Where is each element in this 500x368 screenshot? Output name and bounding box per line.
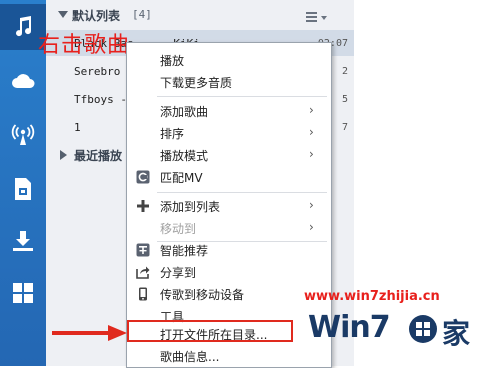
menu-item-label: 分享到 [160,266,197,280]
mobile-device-icon [136,287,150,301]
windows-logo-icon [409,315,437,343]
cloud-icon [12,74,35,88]
submenu-arrow-icon: › [309,125,314,139]
menu-item-move-to[interactable]: 移动到 › [127,217,331,239]
grid-apps-icon [13,283,33,303]
collapse-triangle-icon[interactable] [58,11,68,18]
sidebar-item-apps[interactable] [0,270,46,316]
playlist-count: [4] [132,8,152,21]
document-icon [15,178,31,200]
song-duration: 2 [341,66,348,77]
menu-item-song-info[interactable]: 歌曲信息... [127,345,331,367]
submenu-arrow-icon: › [309,198,314,212]
sidebar-item-cloud[interactable] [0,58,46,104]
highlight-box [127,320,293,342]
menu-item-label: 匹配MV [160,171,203,185]
menu-item-label: 智能推荐 [160,244,209,258]
menu-item-label: 传歌到移动设备 [160,288,245,302]
menu-item-download-quality[interactable]: 下载更多音质 [127,71,331,93]
menu-item-label: 播放模式 [160,149,209,163]
menu-item-share[interactable]: 分享到 [127,261,331,283]
radio-signal-icon [11,124,35,145]
mv-match-icon [136,170,150,184]
menu-item-sort[interactable]: 排序 › [127,122,331,144]
sidebar-item-radio[interactable] [0,112,46,158]
watermark-brand-suffix: 家 [442,317,471,350]
menu-item-label: 歌曲信息... [160,350,220,364]
submenu-arrow-icon: › [309,147,314,161]
list-menu-icon[interactable] [306,12,317,24]
watermark-brand: Win7 [308,310,391,345]
menu-item-label: 添加歌曲 [160,105,209,119]
menu-item-label: 下载更多音质 [160,76,233,90]
menu-divider [157,192,327,193]
menu-item-send-to-device[interactable]: 传歌到移动设备 [127,283,331,305]
submenu-arrow-icon: › [309,103,314,117]
watermark-url: www.win7zhijia.cn [304,289,440,304]
recommend-icon [136,243,150,257]
menu-item-play-mode[interactable]: 播放模式 › [127,144,331,166]
chevron-down-icon[interactable] [321,16,327,20]
menu-item-add-songs[interactable]: 添加歌曲 › [127,100,331,122]
playlist-header[interactable]: 默认列表 [4] [46,4,354,28]
menu-item-label: 添加到列表 [160,200,221,214]
song-duration: 7 [341,122,348,133]
menu-item-label: 排序 [160,127,185,141]
menu-divider [157,96,327,97]
pointer-arrow-icon [52,325,127,341]
recent-played-title: 最近播放 [74,149,123,163]
sidebar-item-download[interactable] [0,218,46,264]
music-note-icon [16,16,32,37]
playlist-title: 默认列表 [72,9,121,23]
watermark-logo: Win7 家 [304,304,500,366]
submenu-arrow-icon: › [309,220,314,234]
song-duration: 5 [341,94,348,105]
menu-item-add-to-list[interactable]: 添加到列表 › [127,195,331,217]
annotation-text: 右击歌曲 [38,33,131,58]
menu-item-play[interactable]: 播放 [127,49,331,71]
menu-item-match-mv[interactable]: 匹配MV [127,166,331,188]
menu-item-smart-recommend[interactable]: 智能推荐 [127,239,331,261]
song-name: Serebro - [74,65,134,78]
menu-item-label: 移动到 [160,222,197,236]
sidebar-item-document[interactable] [0,166,46,212]
download-icon [13,231,33,251]
expand-triangle-icon[interactable] [60,150,67,160]
share-icon [136,265,150,279]
song-name: 1 [74,121,81,134]
menu-item-label: 播放 [160,54,185,68]
plus-icon [136,199,150,213]
song-name: Tfboys - [74,93,127,106]
